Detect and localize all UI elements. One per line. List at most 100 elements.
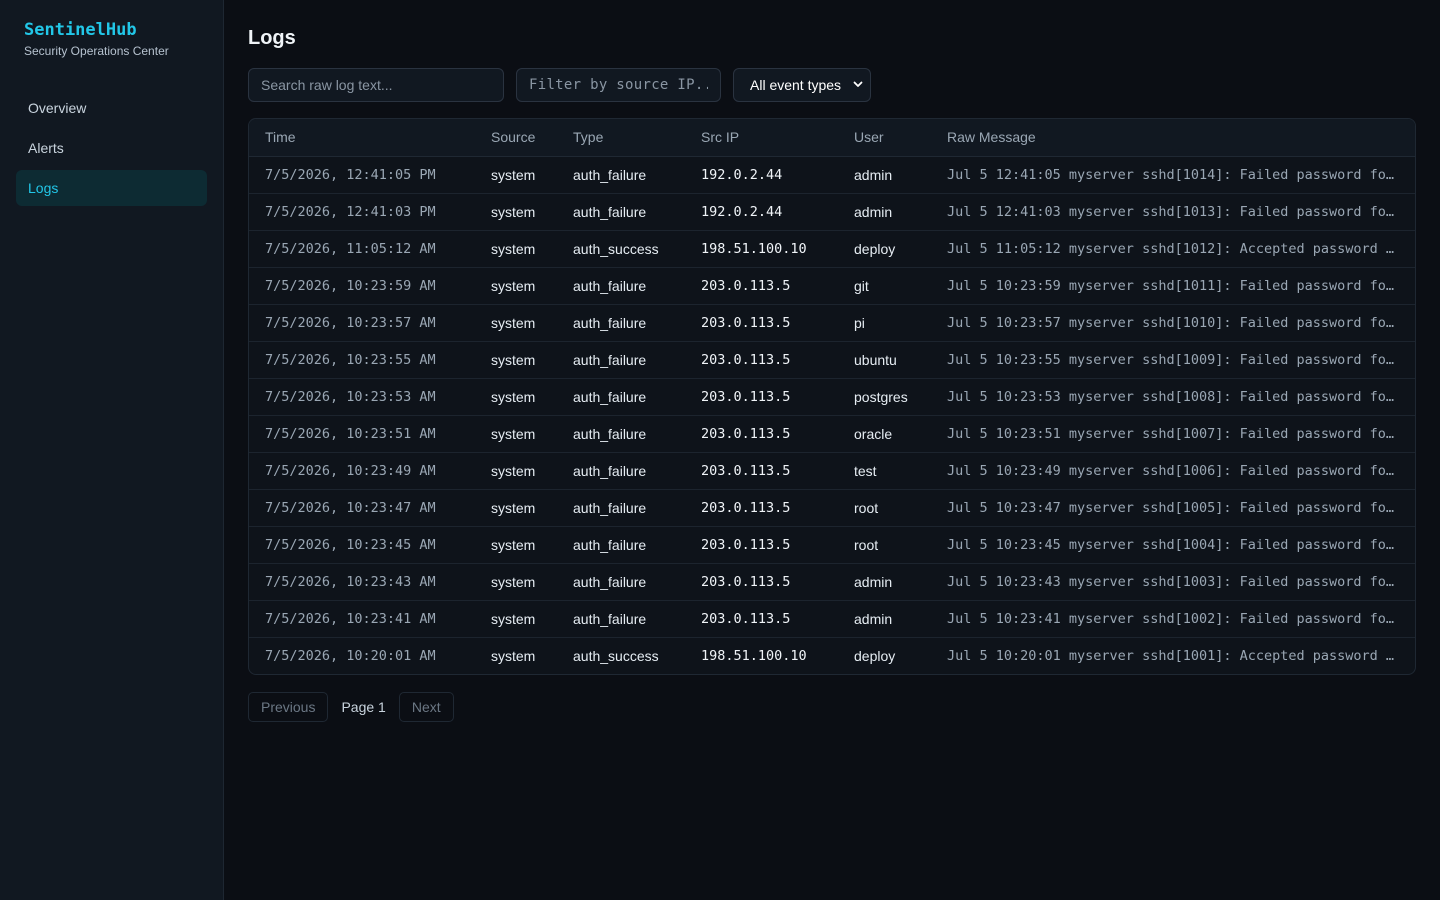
cell-raw-message: Jul 5 10:23:53 myserver sshd[1008]: Fail… [931, 378, 1415, 416]
cell-time: 7/5/2026, 10:23:57 AM [249, 304, 475, 342]
cell-time: 7/5/2026, 10:23:49 AM [249, 452, 475, 490]
table-row[interactable]: 7/5/2026, 12:41:03 PM system auth_failure 1… [249, 193, 1415, 231]
cell-time: 7/5/2026, 12:41:03 PM [249, 193, 475, 231]
cell-src-ip: 198.51.100.10 [701, 647, 807, 664]
table-row[interactable]: 7/5/2026, 10:20:01 AM system auth_success 1… [249, 637, 1415, 674]
cell-raw-message: Jul 5 10:23:49 myserver sshd[1006]: Fail… [931, 452, 1415, 490]
cell-raw-message: Jul 5 12:41:03 myserver sshd[1013]: Fail… [931, 193, 1415, 231]
cell-user: postgres [838, 378, 931, 416]
table-row[interactable]: 7/5/2026, 10:23:43 AM system auth_failure 2… [249, 563, 1415, 601]
cell-raw-message: Jul 5 12:41:05 myserver sshd[1014]: Fail… [931, 156, 1415, 194]
page-title: Logs [248, 27, 296, 49]
cell-type: auth_failure [557, 304, 685, 342]
cell-source: system [475, 452, 557, 490]
table-row[interactable]: 7/5/2026, 10:23:51 AM system auth_failure 2… [249, 415, 1415, 453]
column-header-src-ip[interactable]: Src IP [685, 119, 838, 157]
logs-table: Time Source Type Src IP User Raw Message… [249, 119, 1415, 674]
cell-time: 7/5/2026, 10:23:53 AM [249, 378, 475, 416]
cell-type: auth_failure [557, 378, 685, 416]
filter-bar: All event types [248, 68, 1416, 102]
main-content: Logs All event types [224, 0, 1440, 900]
cell-time: 7/5/2026, 10:23:59 AM [249, 267, 475, 305]
cell-source: system [491, 647, 536, 664]
cell-user: test [838, 452, 931, 490]
cell-src-ip: 192.0.2.44 [685, 193, 838, 231]
table-row[interactable]: 7/5/2026, 10:23:47 AM system auth_failure 2… [249, 489, 1415, 527]
column-header-raw-message[interactable]: Raw Message [931, 119, 1415, 157]
table-row[interactable]: 7/5/2026, 10:23:53 AM system auth_failure 2… [249, 378, 1415, 416]
cell-user: deploy [854, 647, 896, 664]
chevron-down-icon [853, 81, 863, 87]
column-header-source[interactable]: Source [475, 119, 557, 157]
cell-src-ip: 203.0.113.5 [685, 341, 838, 379]
sidebar-item-alerts[interactable]: Alerts [16, 130, 207, 166]
previous-page-button[interactable]: Previous [248, 692, 329, 722]
cell-time: 7/5/2026, 10:23:51 AM [249, 415, 475, 453]
table-row[interactable]: 7/5/2026, 10:23:59 AM system auth_failure 2… [249, 267, 1415, 305]
cell-user: admin [838, 563, 931, 601]
column-header-type[interactable]: Type [557, 119, 685, 157]
cell-user: admin [838, 156, 931, 194]
cell-source: system [475, 156, 557, 194]
cell-type: auth_failure [557, 193, 685, 231]
cell-src-ip: 198.51.100.10 [685, 230, 838, 268]
sidebar-item-logs[interactable]: Logs [16, 170, 207, 206]
next-page-button[interactable]: Next [398, 692, 454, 722]
table-row[interactable]: 7/5/2026, 10:23:57 AM system auth_failure 2… [249, 304, 1415, 342]
source-ip-filter-input[interactable] [516, 68, 721, 102]
table-row[interactable]: 7/5/2026, 10:23:41 AM system auth_failure 2… [249, 600, 1415, 638]
table-body: 7/5/2026, 12:41:05 PM system auth_failure 1… [249, 156, 1415, 674]
cell-type: auth_failure [557, 415, 685, 453]
cell-raw-message: Jul 5 10:23:51 myserver sshd[1007]: Fail… [931, 415, 1415, 453]
cell-src-ip: 203.0.113.5 [685, 563, 838, 601]
cell-type: auth_failure [557, 563, 685, 601]
event-type-select-value: All event types [750, 77, 842, 93]
app-root: SentinelHub Security Operations Center O… [0, 0, 1440, 900]
cell-source: system [475, 304, 557, 342]
cell-src-ip: 203.0.113.5 [685, 600, 838, 638]
cell-user: admin [838, 600, 931, 638]
cell-type: auth_failure [557, 526, 685, 564]
cell-time: 7/5/2026, 10:23:41 AM [249, 600, 475, 638]
cell-source: system [475, 230, 557, 268]
cell-type: auth_failure [557, 489, 685, 527]
cell-time: 7/5/2026, 11:05:12 AM [249, 230, 475, 268]
search-input[interactable] [248, 68, 504, 102]
cell-type: auth_failure [557, 452, 685, 490]
cell-source: system [475, 526, 557, 564]
column-header-time[interactable]: Time [249, 119, 475, 157]
sidebar-item-overview[interactable]: Overview [16, 90, 207, 126]
sidebar-nav: Overview Alerts Logs [16, 90, 207, 206]
cell-raw-message: Jul 5 10:23:47 myserver sshd[1005]: Fail… [931, 489, 1415, 527]
cell-src-ip: 203.0.113.5 [685, 526, 838, 564]
table-row[interactable]: 7/5/2026, 10:23:49 AM system auth_failure 2… [249, 452, 1415, 490]
cell-src-ip: 203.0.113.5 [685, 378, 838, 416]
cell-time: 7/5/2026, 12:41:05 PM [249, 156, 475, 194]
cell-time: 7/5/2026, 10:20:01 AM [265, 647, 436, 664]
cell-user: ubuntu [838, 341, 931, 379]
cell-type: auth_failure [557, 156, 685, 194]
cell-user: pi [838, 304, 931, 342]
cell-user: git [838, 267, 931, 305]
sidebar: SentinelHub Security Operations Center O… [0, 0, 224, 900]
table-row[interactable]: 7/5/2026, 10:23:45 AM system auth_failure 2… [249, 526, 1415, 564]
table-header-row: Time Source Type Src IP User Raw Message [249, 119, 1415, 157]
cell-user: admin [838, 193, 931, 231]
column-header-user[interactable]: User [838, 119, 931, 157]
cell-raw-message: Jul 5 10:23:43 myserver sshd[1003]: Fail… [931, 563, 1415, 601]
table-row[interactable]: 7/5/2026, 12:41:05 PM system auth_failure 1… [249, 156, 1415, 194]
cell-src-ip: 203.0.113.5 [685, 489, 838, 527]
cell-source: system [475, 415, 557, 453]
cell-user: root [838, 526, 931, 564]
cell-source: system [475, 378, 557, 416]
table-row[interactable]: 7/5/2026, 11:05:12 AM system auth_success 1… [249, 230, 1415, 268]
brand-subtitle: Security Operations Center [24, 44, 169, 58]
cell-type: auth_failure [557, 600, 685, 638]
cell-source: system [475, 489, 557, 527]
event-type-select[interactable]: All event types [733, 68, 871, 102]
logs-table-container: Time Source Type Src IP User Raw Message… [248, 118, 1416, 675]
page-indicator: Page 1 [341, 699, 386, 715]
cell-raw-message: Jul 5 10:20:01 myserver sshd[1001]: Acce… [947, 647, 1415, 664]
table-row[interactable]: 7/5/2026, 10:23:55 AM system auth_failure 2… [249, 341, 1415, 379]
cell-user: oracle [838, 415, 931, 453]
